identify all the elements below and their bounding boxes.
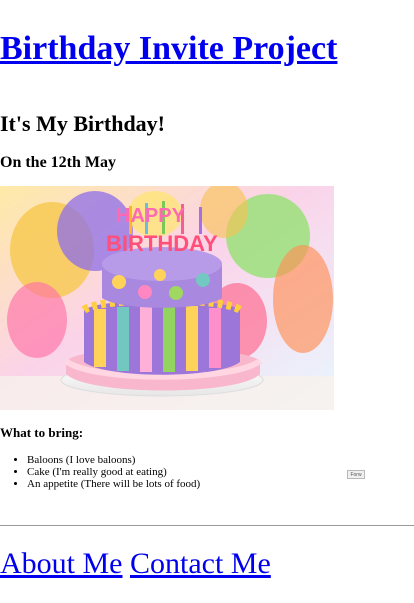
what-to-bring-list: Baloons (I love baloons) Cake (I'm reall… (0, 454, 200, 490)
list-item: Baloons (I love baloons) (27, 454, 200, 466)
invite-date: On the 12th May (0, 154, 116, 171)
about-me-link[interactable]: About Me (0, 547, 123, 580)
birthday-cake-image: HAPPY BIRTHDAY (0, 186, 334, 410)
birthday-cake-illustration: HAPPY BIRTHDAY (0, 186, 334, 410)
cake-decoration-text-top: HAPPY (116, 205, 186, 227)
form-button[interactable]: Forw (347, 470, 365, 479)
contact-me-link[interactable]: Contact Me (130, 547, 271, 580)
site-title[interactable]: Birthday Invite Project (0, 28, 337, 70)
list-item: An appetite (There will be lots of food) (27, 478, 200, 490)
birthday-invite-page: Birthday Invite Project It's My Birthday… (0, 0, 414, 603)
site-title-link[interactable]: Birthday Invite Project (0, 30, 337, 67)
footer-navigation: About Me Contact Me (0, 546, 271, 582)
divider (0, 525, 414, 526)
cake-decoration-text-bottom: BIRTHDAY (106, 231, 218, 256)
invite-heading: It's My Birthday! (0, 111, 165, 136)
what-to-bring-heading: What to bring: (0, 425, 84, 440)
list-item: Cake (I'm really good at eating) (27, 466, 200, 478)
